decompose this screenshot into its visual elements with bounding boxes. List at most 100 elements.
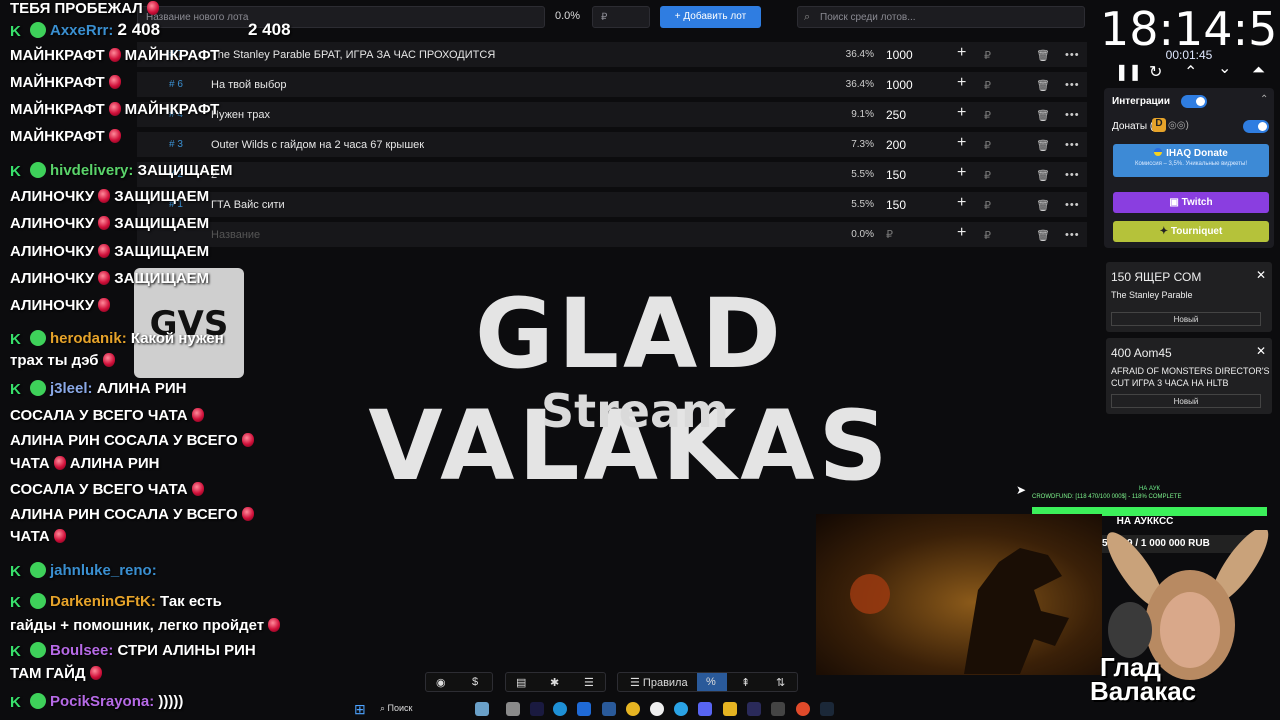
lot-amount[interactable]: 200 bbox=[886, 138, 906, 152]
more-icon[interactable]: ••• bbox=[1065, 109, 1080, 121]
integrations-toggle[interactable] bbox=[1181, 95, 1207, 108]
chat-message: Kherodanik: Какой нужен bbox=[10, 330, 224, 348]
chat-count: 2 408 bbox=[248, 20, 291, 39]
crowdfund-text: CROWDFUND: [118 470/100 000$] - 118% COM… bbox=[1032, 494, 1182, 500]
rules-button[interactable]: ☰ Правила bbox=[630, 676, 688, 689]
more-icon[interactable]: ••• bbox=[1065, 229, 1080, 241]
rub-input[interactable]: ₽ bbox=[984, 169, 991, 182]
chevron-down-icon[interactable]: ⌄ bbox=[1218, 58, 1231, 78]
add-amount-icon[interactable]: + bbox=[957, 194, 966, 212]
lot-amount[interactable]: 1000 bbox=[886, 78, 913, 92]
taskbar-search[interactable]: ⌕ Поиск bbox=[380, 703, 413, 714]
collapse-icon[interactable]: ⏶ bbox=[1252, 62, 1265, 80]
chevron-up-icon[interactable]: ⌃ bbox=[1260, 94, 1268, 105]
sort-icon[interactable]: ⇅ bbox=[776, 676, 785, 689]
rub-input[interactable]: ₽ bbox=[984, 79, 991, 92]
gem-emote-icon bbox=[108, 75, 121, 89]
bug-icon[interactable]: ✱ bbox=[550, 676, 559, 689]
edge-icon[interactable] bbox=[553, 702, 567, 716]
add-lot-button[interactable]: + Добавить лот bbox=[660, 6, 761, 28]
lot-amount[interactable]: 250 bbox=[886, 108, 906, 122]
chat-text: трах ты дэб bbox=[10, 352, 99, 369]
chat-username[interactable]: jahnluke_reno bbox=[50, 562, 152, 579]
more-icon[interactable]: ••• bbox=[1065, 139, 1080, 151]
trash-icon[interactable]: 🗑 bbox=[1036, 199, 1050, 212]
more-icon[interactable]: ••• bbox=[1065, 169, 1080, 181]
chat-message: ТАМ ГАЙД bbox=[10, 665, 106, 682]
add-amount-icon[interactable]: + bbox=[957, 104, 966, 122]
weather-icon[interactable] bbox=[475, 702, 489, 716]
save-icon[interactable]: ▤ bbox=[516, 676, 526, 689]
donation-card: 150 ЯЩЕР СОМ The Stanley Parable ✕ Новый bbox=[1106, 262, 1272, 332]
telegram-icon[interactable] bbox=[674, 702, 688, 716]
lot-search-input[interactable]: ⌕ Поиск среди лотов... bbox=[797, 6, 1085, 28]
add-amount-icon[interactable]: + bbox=[957, 134, 966, 152]
discord-icon[interactable] bbox=[698, 702, 712, 716]
card-status-select[interactable]: Новый bbox=[1111, 312, 1261, 326]
app-icon[interactable] bbox=[650, 702, 664, 716]
chat-username[interactable]: DarkeninGFtK bbox=[50, 593, 151, 610]
add-lot-label: Добавить лот bbox=[683, 11, 747, 22]
chrome-icon[interactable] bbox=[626, 702, 640, 716]
rub-input[interactable]: ₽ bbox=[984, 229, 991, 242]
tourniquet-button[interactable]: ✦ Tourniquet bbox=[1113, 221, 1269, 242]
rub-input[interactable]: ₽ bbox=[984, 49, 991, 62]
user-badge-icon bbox=[30, 330, 46, 346]
app-icon[interactable] bbox=[602, 702, 616, 716]
trash-icon[interactable]: 🗑 bbox=[1036, 169, 1050, 182]
ms-store-icon[interactable] bbox=[577, 702, 591, 716]
add-amount-icon[interactable]: + bbox=[957, 164, 966, 182]
lot-amount[interactable]: ₽ bbox=[886, 228, 893, 241]
terminal-icon[interactable] bbox=[771, 702, 785, 716]
app-icon[interactable] bbox=[747, 702, 761, 716]
chat-message: АЛИНОЧКУ ЗАЩИЩАЕМ bbox=[10, 243, 209, 260]
delete-list-icon[interactable]: ☰ bbox=[584, 676, 594, 689]
add-amount-icon[interactable]: + bbox=[957, 74, 966, 92]
github-icon[interactable]: ◉ bbox=[436, 676, 446, 689]
premiere-icon[interactable] bbox=[530, 702, 544, 716]
ihaq-donate-button[interactable]: IHAQ Donate Комиссия – 3,5%. Уникальные … bbox=[1113, 144, 1269, 177]
lot-percent: 0.0% bbox=[555, 10, 581, 22]
lot-amount[interactable]: 150 bbox=[886, 198, 906, 212]
folder-icon[interactable] bbox=[723, 702, 737, 716]
trash-icon[interactable]: 🗑 bbox=[1036, 79, 1050, 92]
file-explorer-icon[interactable] bbox=[506, 702, 520, 716]
more-icon[interactable]: ••• bbox=[1065, 49, 1080, 61]
chat-overlay: ТЕБЯ ПРОБЕЖАЛ K AxxeRrr: 2 408 2 408 МАЙНКРА… bbox=[0, 0, 291, 720]
add-amount-icon[interactable]: + bbox=[957, 44, 966, 62]
windows-start-icon[interactable]: ⊞ bbox=[354, 701, 366, 718]
card-status-select[interactable]: Новый bbox=[1111, 394, 1261, 408]
donations-toggle[interactable] bbox=[1243, 120, 1269, 133]
trash-icon[interactable]: 🗑 bbox=[1036, 139, 1050, 152]
chat-username[interactable]: j3leel bbox=[50, 380, 88, 397]
chat-username[interactable]: AxxeRrr bbox=[50, 22, 108, 39]
add-amount-icon[interactable]: + bbox=[957, 224, 966, 242]
chat-username[interactable]: PocikSrayona bbox=[50, 693, 149, 710]
trash-icon[interactable]: 🗑 bbox=[1036, 109, 1050, 122]
rub-input[interactable]: ₽ bbox=[984, 139, 991, 152]
app-icon[interactable] bbox=[796, 702, 810, 716]
reset-icon[interactable]: ↻ bbox=[1149, 62, 1162, 82]
trash-icon[interactable]: 🗑 bbox=[1036, 229, 1050, 242]
chat-username[interactable]: hivdelivery bbox=[50, 162, 128, 179]
more-icon[interactable]: ••• bbox=[1065, 79, 1080, 91]
rub-input[interactable]: ₽ bbox=[984, 109, 991, 122]
close-icon[interactable]: ✕ bbox=[1256, 268, 1266, 282]
dollar-icon[interactable]: $ bbox=[472, 676, 478, 688]
chevron-up-icon[interactable]: ⌃ bbox=[1184, 62, 1197, 82]
chat-username[interactable]: Boulsee bbox=[50, 642, 108, 659]
split-icon[interactable]: ⇞ bbox=[741, 676, 750, 689]
lot-amount-input[interactable]: ₽ bbox=[592, 6, 650, 28]
user-badge-icon bbox=[30, 642, 46, 658]
close-icon[interactable]: ✕ bbox=[1256, 344, 1266, 358]
lot-amount[interactable]: 150 bbox=[886, 168, 906, 182]
twitch-button[interactable]: ▣ Twitch bbox=[1113, 192, 1269, 213]
pause-icon[interactable]: ❚❚ bbox=[1115, 62, 1142, 82]
chat-colon: : bbox=[151, 562, 157, 579]
steam-icon[interactable] bbox=[820, 702, 834, 716]
more-icon[interactable]: ••• bbox=[1065, 199, 1080, 211]
rub-input[interactable]: ₽ bbox=[984, 199, 991, 212]
chat-username[interactable]: herodanik bbox=[50, 330, 122, 347]
trash-icon[interactable]: 🗑 bbox=[1036, 49, 1050, 62]
lot-amount[interactable]: 1000 bbox=[886, 48, 913, 62]
